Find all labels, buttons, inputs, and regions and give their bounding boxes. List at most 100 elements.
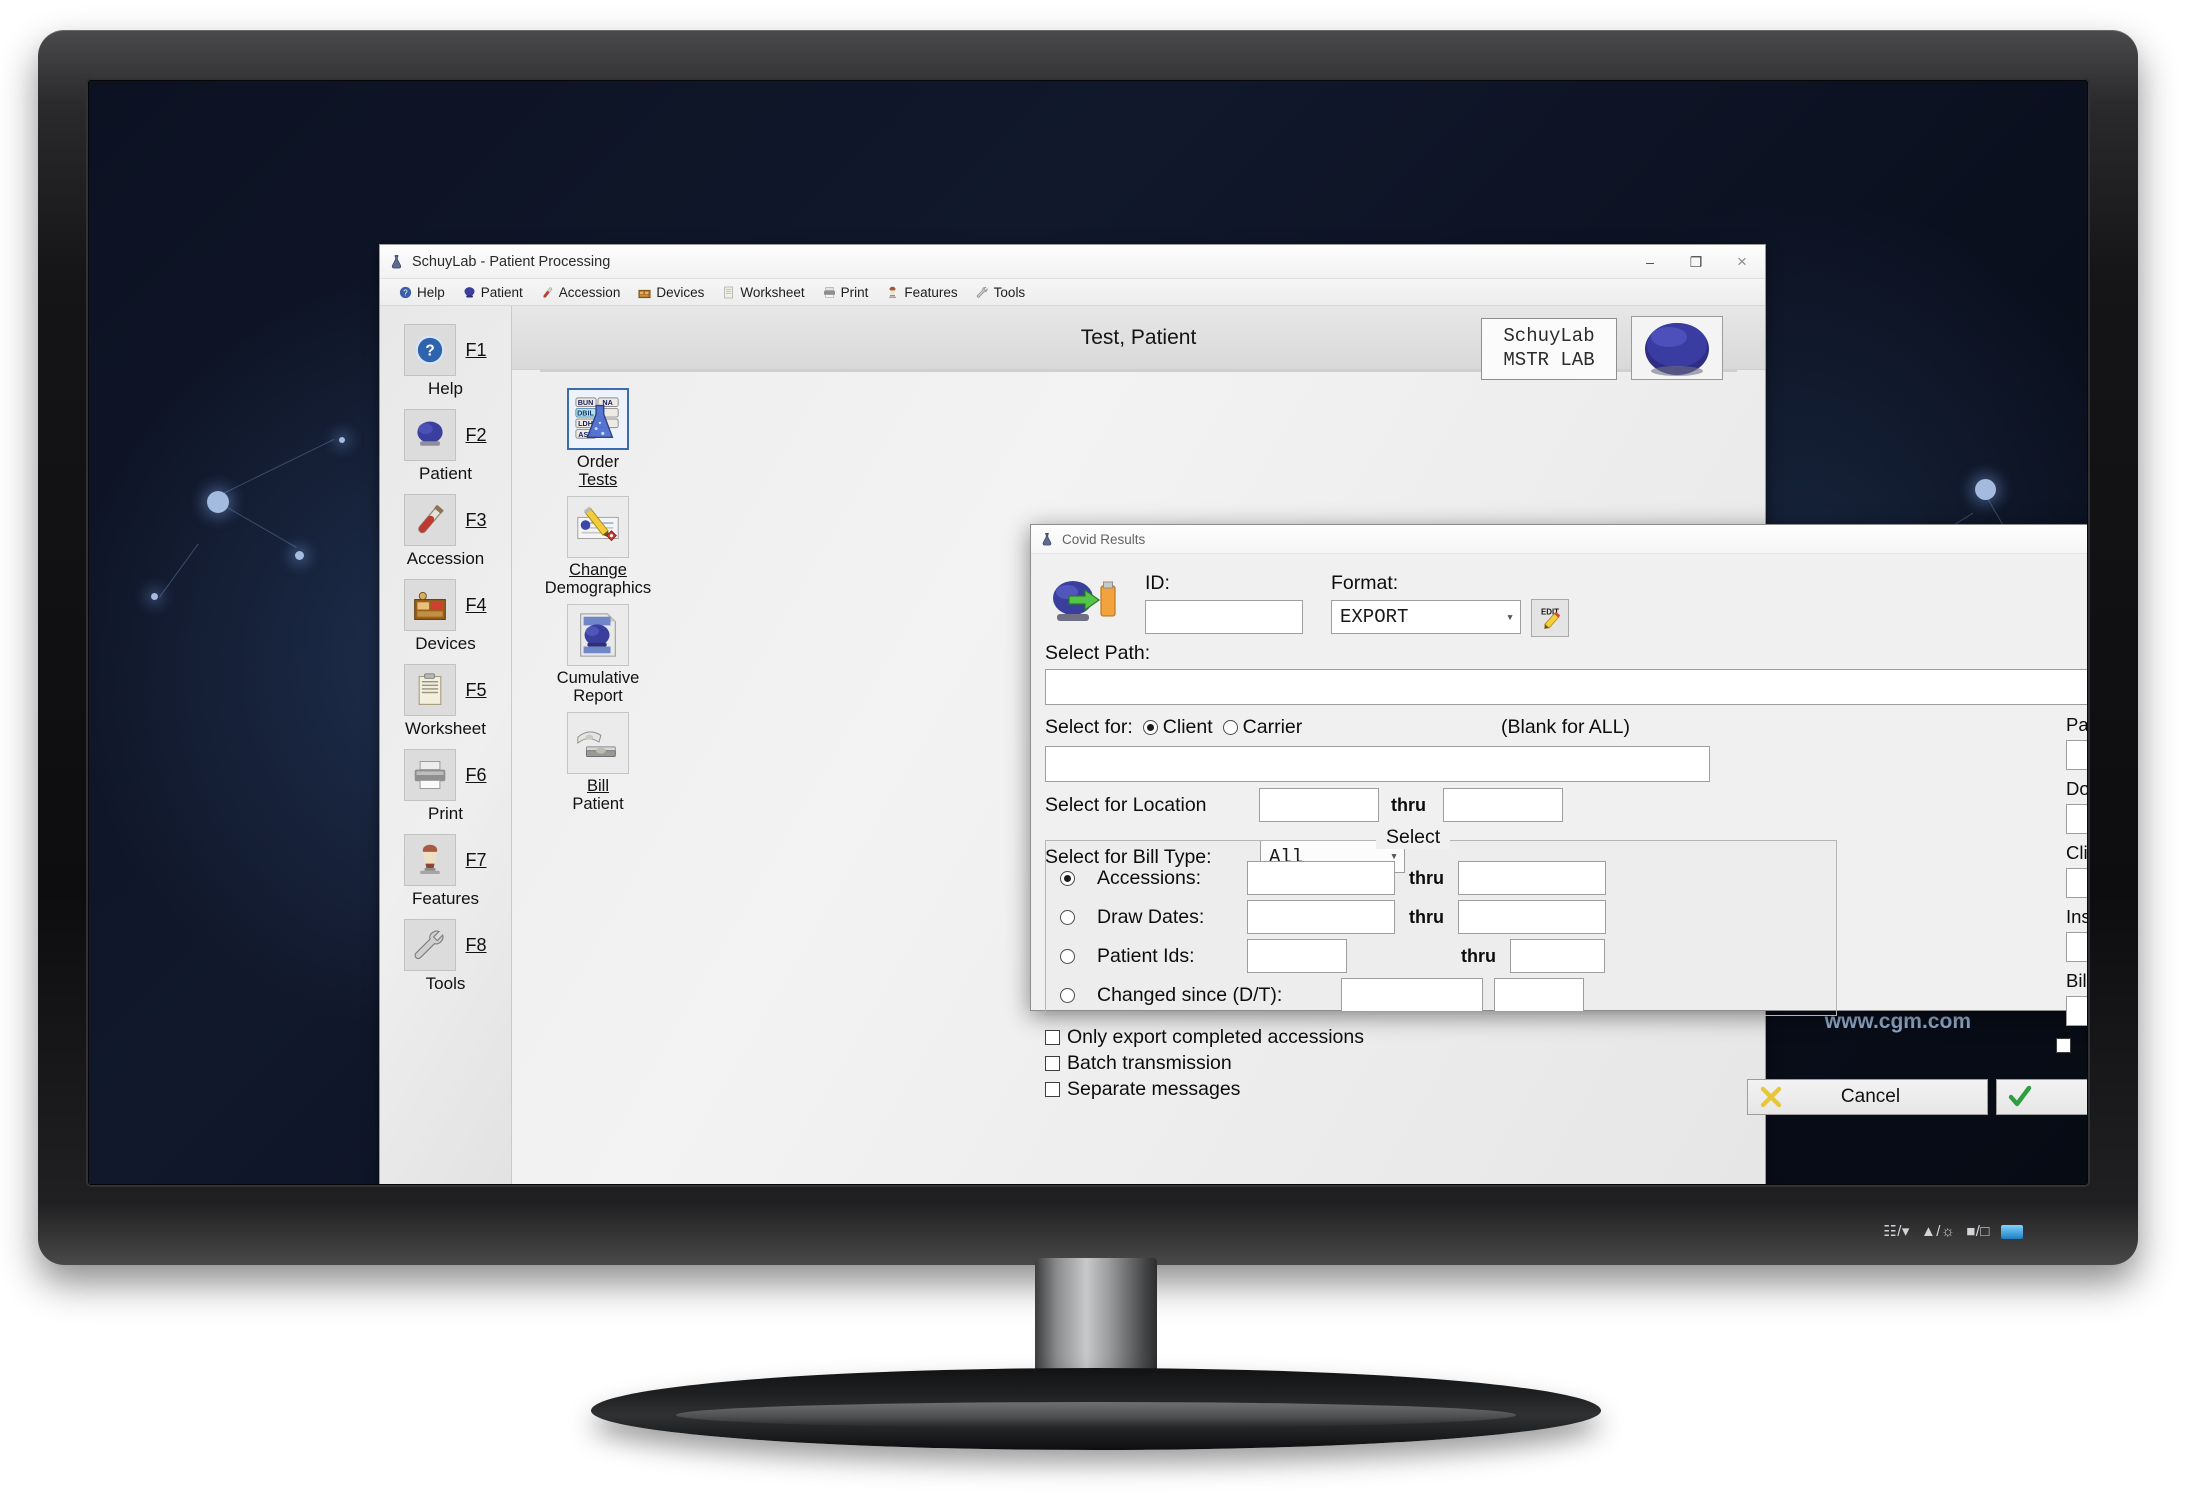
- checkbox-label: Use VT ... FS Framing: [2078, 1034, 2087, 1056]
- select-for-input[interactable]: [1045, 746, 1710, 782]
- schuylab-main-window: SchuyLab - Patient Processing – ❐ × ? He…: [379, 244, 2087, 1184]
- accessions-from-input[interactable]: [1247, 861, 1395, 895]
- menu-label: Tools: [993, 284, 1026, 300]
- checkbox-only-export-completed[interactable]: Only export completed accessions: [1045, 1026, 1364, 1049]
- changed-since-time-input[interactable]: [1494, 978, 1584, 1012]
- window-controls: – ❐ ×: [1627, 245, 1765, 279]
- fkey-label: F4: [465, 594, 487, 615]
- menu-item-print[interactable]: Print: [814, 285, 878, 300]
- wrench-icon: [404, 919, 457, 971]
- wrench-icon: [976, 286, 989, 299]
- fkey-devices[interactable]: F4 Devices: [387, 579, 505, 654]
- task-bill-patient[interactable]: Bill Patient: [537, 711, 659, 814]
- chevron-down-icon: ▾: [1506, 609, 1514, 625]
- ok-button[interactable]: OK: [1996, 1079, 2087, 1115]
- format-select[interactable]: EXPORT ▾: [1331, 600, 1521, 634]
- fkey-accession[interactable]: F3 Accession: [387, 494, 505, 569]
- radio-changed-since-indicator[interactable]: [1060, 987, 1075, 1003]
- checkbox-use-vt-fs-framing[interactable]: Use VT ... FS Framing: [2056, 1034, 2087, 1057]
- fkey-label: F8: [465, 934, 487, 955]
- cancel-button[interactable]: Cancel: [1747, 1079, 1988, 1115]
- draw-dates-from-input[interactable]: [1247, 900, 1395, 934]
- desktop-screen: Synchronizing Healthcare www.cgm.com Sch…: [89, 81, 2087, 1184]
- contrast-icon[interactable]: ▲/☼: [1921, 1224, 1955, 1239]
- menu-item-features[interactable]: Features: [877, 285, 966, 300]
- radio-accessions-indicator[interactable]: [1060, 870, 1075, 886]
- wallpaper-line: [159, 543, 199, 598]
- power-icon[interactable]: [2001, 1224, 2023, 1239]
- fkey-name: Features: [411, 889, 480, 908]
- menu-label: Accession: [558, 284, 621, 300]
- menu-item-help[interactable]: ? Help: [390, 285, 454, 300]
- restore-button[interactable]: ❐: [1673, 245, 1719, 279]
- row-accessions[interactable]: Accessions: thru: [1060, 861, 1606, 895]
- task-cumulative-report[interactable]: Cumulative Report: [537, 603, 659, 706]
- flask-icon: [389, 254, 404, 269]
- changed-since-date-input[interactable]: [1341, 978, 1483, 1012]
- app-menubar: ? Help Patient Accession Devices Workshe…: [380, 279, 1765, 306]
- menu-item-patient[interactable]: Patient: [454, 285, 532, 300]
- svg-text:DBIL: DBIL: [577, 409, 594, 418]
- draw-dates-to-input[interactable]: [1458, 900, 1606, 934]
- fkey-tools[interactable]: F8 Tools: [387, 919, 505, 994]
- menu-item-worksheet[interactable]: Worksheet: [713, 285, 813, 300]
- select-for-label: Select for:: [1045, 716, 1133, 738]
- ok-button-label: OK: [2043, 1086, 2087, 1108]
- radio-draw-dates-indicator[interactable]: [1060, 909, 1075, 925]
- accessions-to-input[interactable]: [1458, 861, 1606, 895]
- fkey-label: F7: [465, 849, 487, 870]
- id-input[interactable]: [1145, 600, 1303, 634]
- cumulative-report-icon: [567, 603, 629, 666]
- checkbox-box: [1045, 1030, 1060, 1045]
- doctor-translation-select[interactable]: ▾: [2066, 804, 2087, 834]
- fkey-patient[interactable]: F2 Patient: [387, 409, 505, 484]
- menu-item-accession[interactable]: Accession: [532, 285, 630, 300]
- client-translation-select[interactable]: ▾: [2066, 868, 2087, 898]
- close-button[interactable]: ×: [1719, 245, 1765, 279]
- row-changed-since[interactable]: Changed since (D/T):: [1060, 978, 1584, 1012]
- fkey-label: F6: [465, 764, 487, 785]
- fkey-print[interactable]: F6 Print: [387, 749, 505, 824]
- menu-item-tools[interactable]: Tools: [967, 285, 1035, 300]
- checkbox-batch-transmission[interactable]: Batch transmission: [1045, 1052, 1364, 1075]
- minimize-button[interactable]: –: [1627, 245, 1673, 279]
- row-draw-dates[interactable]: Draw Dates: thru: [1060, 900, 1606, 934]
- patient-ids-to-input[interactable]: [1510, 939, 1605, 973]
- checkbox-separate-messages[interactable]: Separate messages: [1045, 1078, 1364, 1101]
- menu-icon[interactable]: ■/□: [1966, 1224, 1990, 1239]
- fkey-help[interactable]: ? F1 Help: [387, 324, 505, 399]
- menu-label: Features: [904, 284, 958, 300]
- panel-test-translation-select[interactable]: ▾: [2066, 740, 2087, 770]
- fkey-worksheet[interactable]: F5 Worksheet: [387, 664, 505, 739]
- menu-label: Devices: [656, 284, 705, 300]
- printer-icon: [404, 749, 457, 801]
- radio-client[interactable]: Client: [1142, 716, 1213, 739]
- export-head-icon: [1047, 574, 1123, 634]
- menu-item-devices[interactable]: Devices: [629, 285, 713, 300]
- billtype-translation-select[interactable]: ▾: [2066, 996, 2087, 1026]
- task-order-tests[interactable]: BUN NA DBIL LDH AST Order Tests: [537, 388, 659, 490]
- select-location-to-input[interactable]: [1443, 788, 1563, 822]
- row-patient-ids[interactable]: Patient Ids: thru: [1060, 939, 1605, 973]
- row-patient-ids-label: Patient Ids:: [1097, 944, 1195, 967]
- fkey-features[interactable]: F7 Features: [387, 834, 505, 909]
- task-label: Cumulative Report: [557, 669, 640, 706]
- fkey-name: Devices: [415, 634, 476, 653]
- task-label-line1: Cumulative: [556, 668, 640, 687]
- clipboard-icon: [404, 664, 457, 716]
- radio-carrier[interactable]: Carrier: [1222, 716, 1302, 739]
- select-path-input[interactable]: [1045, 669, 2087, 705]
- flask-icon: [1040, 532, 1054, 546]
- insurance-translation-select[interactable]: ▾: [2066, 932, 2087, 962]
- translation-insurance: Insurance Translation: ▾ NEW: [2066, 906, 2087, 964]
- radio-patient-ids-indicator[interactable]: [1060, 948, 1075, 964]
- task-change-demographics[interactable]: Change Demographics: [537, 495, 659, 598]
- input-icon[interactable]: ☷/▾: [1883, 1224, 1910, 1239]
- fkey-label: F2: [465, 424, 487, 445]
- format-value: EXPORT: [1340, 606, 1409, 628]
- devices-icon: [404, 579, 457, 631]
- edit-format-button[interactable]: EDIT: [1531, 599, 1569, 637]
- function-key-sidebar: ? F1 Help F2 Patient F3 Accession F4 Dev…: [380, 306, 512, 1184]
- patient-ids-from-input[interactable]: [1247, 939, 1347, 973]
- select-location-from-input[interactable]: [1259, 788, 1379, 822]
